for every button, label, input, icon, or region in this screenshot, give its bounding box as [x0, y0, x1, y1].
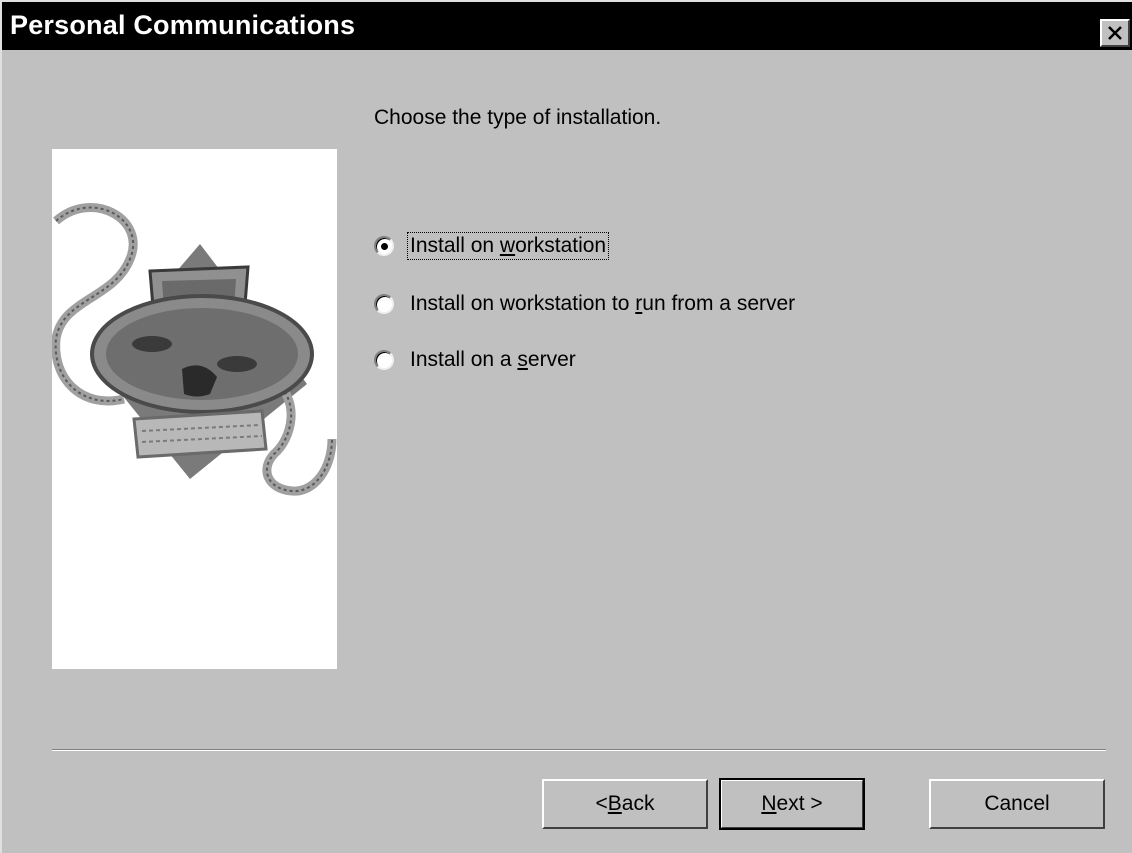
option-install-server[interactable]: Install on a server: [374, 345, 578, 375]
next-label-post: ext >: [776, 792, 823, 815]
option-label: Install on workstation to run from a ser…: [410, 292, 796, 315]
side-illustration-panel: [51, 149, 337, 669]
next-label-key: N: [761, 792, 777, 815]
back-label-pre: <: [595, 792, 608, 815]
next-button[interactable]: Next >: [719, 778, 865, 830]
option-install-workstation[interactable]: Install on workstation: [374, 231, 610, 261]
radio-install-workstation[interactable]: [374, 236, 394, 256]
page-heading: Choose the type of installation.: [374, 106, 662, 129]
installer-computer-illustration: [51, 203, 337, 496]
button-separator: [52, 749, 1106, 751]
back-label-post: ack: [621, 792, 655, 815]
cancel-button[interactable]: Cancel: [929, 779, 1105, 829]
option-install-run-from-server[interactable]: Install on workstation to run from a ser…: [374, 289, 797, 319]
option-label: Install on workstation: [406, 232, 610, 260]
back-button[interactable]: < Back: [542, 779, 708, 829]
radio-install-run-from-server[interactable]: [374, 294, 394, 314]
title-bar[interactable]: Personal Communications: [2, 2, 1132, 50]
close-icon: [1108, 26, 1122, 40]
option-label: Install on a server: [410, 348, 576, 371]
window-title: Personal Communications: [10, 10, 356, 40]
setup-dialog: Personal Communications Choose the type …: [0, 0, 1132, 853]
radio-install-server[interactable]: [374, 350, 394, 370]
back-label-key: B: [607, 792, 622, 815]
close-button[interactable]: [1100, 19, 1130, 47]
